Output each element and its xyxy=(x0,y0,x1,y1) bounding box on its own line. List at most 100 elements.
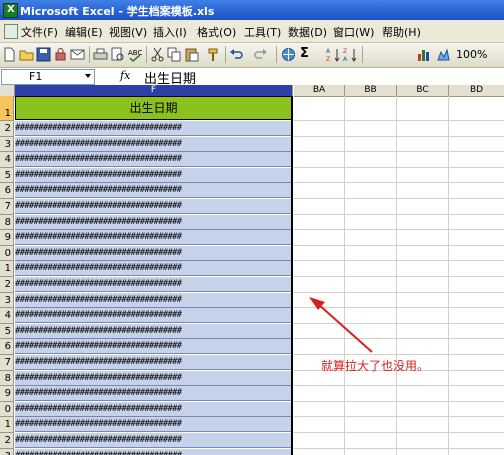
toolbar-separator xyxy=(276,46,277,63)
date-cell[interactable]: #################################### xyxy=(15,355,292,370)
autosum-icon[interactable]: Σ xyxy=(300,46,315,61)
date-cell[interactable]: #################################### xyxy=(15,370,292,386)
workbook-icon[interactable] xyxy=(4,24,18,39)
date-cell[interactable]: #################################### xyxy=(15,433,292,448)
date-cell[interactable]: #################################### xyxy=(15,183,292,199)
row-header[interactable]: 2 xyxy=(0,277,14,293)
worksheet-grid[interactable]: F BA BB BC BD 1 2345678901234567890123 出… xyxy=(0,85,504,455)
date-cell[interactable]: #################################### xyxy=(15,292,292,308)
row-header[interactable]: 6 xyxy=(0,183,14,199)
paste-icon[interactable] xyxy=(184,47,199,62)
standard-toolbar: ABC Σ AZ ZA 100% xyxy=(0,43,504,68)
function-icon[interactable]: fx xyxy=(120,69,130,82)
column-f[interactable]: 出生日期 ###################################… xyxy=(15,96,292,455)
gridline xyxy=(294,354,504,355)
gridline xyxy=(294,244,504,246)
permission-icon[interactable] xyxy=(53,47,68,62)
row-header[interactable]: 3 xyxy=(0,448,14,455)
undo-icon[interactable] xyxy=(229,47,244,62)
new-icon[interactable] xyxy=(2,47,17,62)
row-header[interactable]: 0 xyxy=(0,401,14,418)
format-painter-icon[interactable] xyxy=(206,47,221,62)
chart-wizard-icon[interactable] xyxy=(416,47,431,62)
row-header[interactable]: 9 xyxy=(0,386,14,402)
column-header-bb[interactable]: BB xyxy=(345,85,397,97)
row-header[interactable]: 0 xyxy=(0,245,14,262)
excel-app-icon[interactable]: X xyxy=(3,3,18,18)
row-header[interactable]: 9 xyxy=(0,230,14,246)
row-header[interactable]: 1 xyxy=(0,261,14,277)
menu-view[interactable]: 视图(V) xyxy=(109,24,147,40)
copy-icon[interactable] xyxy=(167,47,182,62)
date-cell[interactable]: #################################### xyxy=(15,136,292,152)
cut-icon[interactable] xyxy=(150,47,165,62)
spelling-icon[interactable]: ABC xyxy=(127,47,142,62)
date-cell[interactable]: #################################### xyxy=(15,261,292,277)
name-box-value: F1 xyxy=(29,70,43,83)
menu-help[interactable]: 帮助(H) xyxy=(382,24,421,40)
print-preview-icon[interactable] xyxy=(110,47,125,62)
row-headers: 1 2345678901234567890123 xyxy=(0,96,14,455)
row-header[interactable]: 2 xyxy=(0,121,14,137)
date-cell[interactable]: #################################### xyxy=(15,230,292,246)
menu-format[interactable]: 格式(O) xyxy=(197,24,236,40)
zoom-box[interactable]: 100% xyxy=(456,48,487,61)
print-icon[interactable] xyxy=(93,47,108,62)
open-icon[interactable] xyxy=(19,47,34,62)
date-cell[interactable]: #################################### xyxy=(15,417,292,433)
row-header[interactable]: 4 xyxy=(0,152,14,168)
date-cell[interactable]: #################################### xyxy=(15,339,292,355)
row-header[interactable]: 3 xyxy=(0,136,14,153)
column-header-bc[interactable]: BC xyxy=(397,85,449,97)
date-cell[interactable]: #################################### xyxy=(15,245,292,261)
gridline xyxy=(294,151,504,153)
save-icon[interactable] xyxy=(36,47,51,62)
sort-ascending-icon[interactable]: AZ xyxy=(326,47,341,62)
menu-insert[interactable]: 插入(I) xyxy=(153,24,187,40)
formula-input[interactable]: 出生日期 xyxy=(138,68,504,87)
menu-file[interactable]: 文件(F) xyxy=(21,24,58,40)
email-icon[interactable] xyxy=(70,47,85,62)
sort-descending-icon[interactable]: ZA xyxy=(343,47,358,62)
row-header[interactable]: 1 xyxy=(0,96,14,121)
svg-text:A: A xyxy=(326,48,331,55)
date-cell[interactable]: #################################### xyxy=(15,401,292,417)
gridline xyxy=(294,135,504,137)
column-header-bd[interactable]: BD xyxy=(449,85,504,97)
date-cell[interactable]: #################################### xyxy=(15,167,292,183)
date-cell[interactable]: #################################### xyxy=(15,277,292,292)
date-cell[interactable]: #################################### xyxy=(15,152,292,168)
row-header[interactable]: 8 xyxy=(0,214,14,231)
menu-tools[interactable]: 工具(T) xyxy=(244,24,281,40)
row-header[interactable]: 7 xyxy=(0,355,14,371)
date-cell[interactable]: #################################### xyxy=(15,308,292,324)
date-cell[interactable]: #################################### xyxy=(15,214,292,230)
menu-edit[interactable]: 编辑(E) xyxy=(65,24,103,40)
name-box[interactable]: F1 xyxy=(1,69,95,85)
row-header[interactable]: 2 xyxy=(0,433,14,449)
toolbar-separator xyxy=(362,46,363,63)
menu-data[interactable]: 数据(D) xyxy=(288,24,327,40)
row-header[interactable]: 3 xyxy=(0,292,14,309)
menu-window[interactable]: 窗口(W) xyxy=(333,24,374,40)
row-header[interactable]: 4 xyxy=(0,308,14,324)
chevron-down-icon[interactable] xyxy=(85,74,91,78)
date-cell[interactable]: #################################### xyxy=(15,386,292,402)
row-header[interactable]: 7 xyxy=(0,199,14,215)
date-cell[interactable]: #################################### xyxy=(15,323,292,339)
column-header-ba[interactable]: BA xyxy=(294,85,345,97)
annotation-text: 就算拉大了也没用。 xyxy=(321,359,430,373)
row-header[interactable]: 8 xyxy=(0,370,14,387)
date-cell[interactable]: #################################### xyxy=(15,121,292,136)
row-header[interactable]: 1 xyxy=(0,417,14,433)
gridline xyxy=(294,182,504,184)
row-header[interactable]: 5 xyxy=(0,167,14,184)
drawing-icon[interactable] xyxy=(436,47,451,62)
header-cell-birthdate[interactable]: 出生日期 xyxy=(15,96,292,120)
date-cell[interactable]: #################################### xyxy=(15,199,292,214)
row-header[interactable]: 5 xyxy=(0,323,14,340)
hyperlink-icon[interactable] xyxy=(281,47,296,62)
row-header[interactable]: 6 xyxy=(0,339,14,355)
date-cell[interactable]: #################################### xyxy=(15,448,292,455)
redo-icon[interactable] xyxy=(253,47,268,62)
